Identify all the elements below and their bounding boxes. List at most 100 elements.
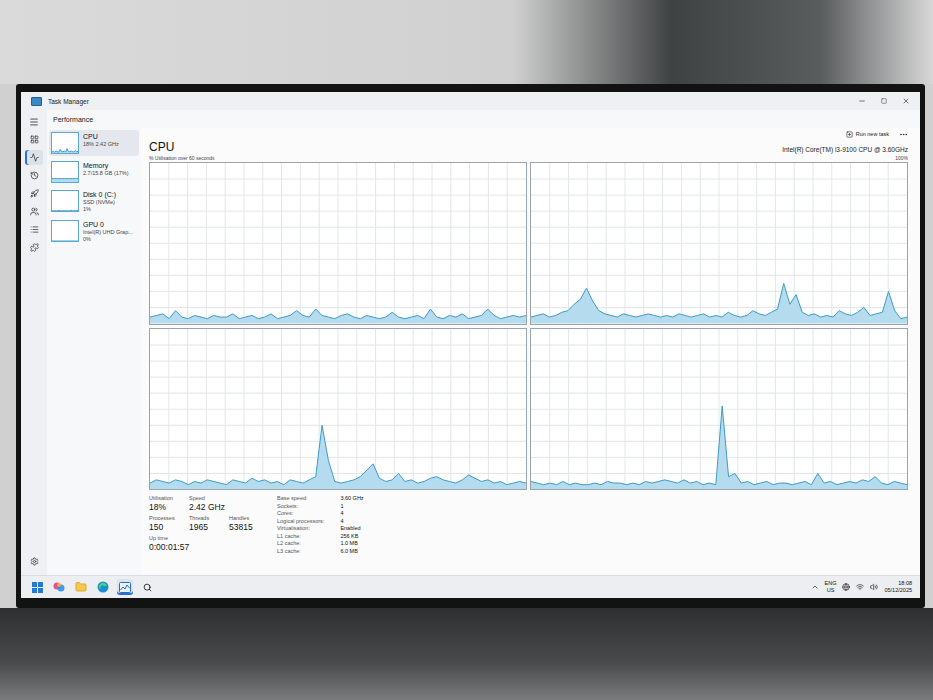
monitor-bezel: Task ManagerPerformanceCPU18% 2.42 GHzMe… (16, 84, 925, 608)
maximize-button[interactable] (876, 94, 892, 108)
resource-thumbnail (51, 220, 79, 242)
chevron-up-icon[interactable] (811, 583, 819, 591)
cpu-title: CPU (149, 140, 174, 154)
resource-detail: 2.7/15.8 GB (17%) (83, 170, 129, 177)
cpu-model: Intel(R) Core(TM) i3-9100 CPU @ 3.60GHz (782, 146, 908, 154)
cpu-title-row: CPU Intel(R) Core(TM) i3-9100 CPU @ 3.60G… (149, 140, 908, 154)
stat-item: Utilisation18% (149, 495, 177, 512)
app-icon (31, 97, 42, 106)
more-icon (899, 130, 908, 139)
search-button[interactable] (139, 579, 155, 595)
resource-thumbnail (51, 190, 79, 212)
core-chart (530, 328, 908, 491)
spec-value: 1.0 MB (340, 540, 363, 548)
clock[interactable]: 18:0805/12/2025 (884, 580, 912, 594)
resource-detail: 18% 2.42 GHz (83, 141, 119, 148)
spec-value: 256 KB (340, 533, 363, 541)
menu-button[interactable] (25, 114, 43, 129)
stat-item: Up time0:00:01:57 (149, 535, 189, 552)
resource-item[interactable]: GPU 0Intel(R) UHD Grap...0% (49, 218, 139, 245)
new-task-icon (846, 131, 853, 138)
resource-name: Memory (83, 161, 129, 170)
task-manager-button[interactable] (117, 579, 133, 595)
stat-value: 150 (149, 522, 177, 532)
resource-item[interactable]: Memory2.7/15.8 GB (17%) (49, 159, 139, 185)
windows-logo-icon (32, 582, 43, 593)
resource-detail: 0% (83, 236, 133, 243)
stat-label: Processes (149, 515, 177, 522)
users-icon (30, 207, 39, 216)
nav-item[interactable] (25, 132, 43, 147)
photo-scene: Task ManagerPerformanceCPU18% 2.42 GHzMe… (0, 0, 933, 700)
language-indicator[interactable]: ENGUS (825, 580, 837, 594)
desk-background (0, 608, 933, 700)
stat-label: Up time (149, 535, 189, 542)
screen: Task ManagerPerformanceCPU18% 2.42 GHzMe… (21, 92, 920, 598)
network-icon[interactable] (856, 583, 864, 591)
stat-item: Threads1965 (189, 515, 217, 532)
nav-item[interactable] (25, 240, 43, 255)
stat-row: Up time0:00:01:57 (149, 535, 257, 552)
spec-label: L2 cache: (277, 540, 324, 548)
spec-label: Logical processors: (277, 518, 324, 526)
core-charts (149, 162, 908, 490)
spec-value: 1 (340, 503, 363, 511)
nav-item[interactable] (25, 186, 43, 201)
wall-background (0, 0, 933, 84)
minimize-icon (858, 97, 866, 105)
resource-text: GPU 0Intel(R) UHD Grap...0% (83, 220, 133, 243)
stat-item: Handles53815 (229, 515, 257, 532)
resource-detail: SSD (NVMe) (83, 199, 116, 206)
edge-button[interactable] (95, 579, 111, 595)
copilot-icon (53, 581, 65, 593)
main-area: PerformanceCPU18% 2.42 GHzMemory2.7/15.8… (47, 110, 920, 575)
performance-icon (30, 153, 39, 162)
core-area-chart (531, 329, 907, 490)
run-new-task-button[interactable]: Run new task (846, 131, 889, 138)
resource-item[interactable]: CPU18% 2.42 GHz (49, 130, 139, 156)
resource-item[interactable]: Disk 0 (C:)SSD (NVMe)1% (49, 188, 139, 215)
start-button[interactable] (29, 579, 45, 595)
spec-value: 4 (340, 510, 363, 518)
resource-name: GPU 0 (83, 220, 133, 229)
resource-list: CPU18% 2.42 GHz Memory2.7/15.8 GB (17%) Di… (47, 128, 141, 575)
volume-icon[interactable] (870, 583, 878, 591)
thumbnail-chart (52, 221, 78, 241)
copilot-button[interactable] (51, 579, 67, 595)
system-tray: ENGUS 18:0805/12/2025 (811, 580, 912, 594)
spec-label: Virtualisation: (277, 525, 324, 533)
stat-label: Speed (189, 495, 225, 502)
stat-row: Utilisation18%Speed2.42 GHz (149, 495, 257, 512)
title-bar: Task Manager (21, 92, 920, 110)
core-chart (149, 328, 527, 491)
cpu-panel: Run new task CPU Intel(R) Core(TM) i3-9100… (141, 128, 920, 575)
minimize-button[interactable] (854, 94, 870, 108)
close-icon (902, 97, 910, 105)
app-history-icon (30, 171, 39, 180)
monitor: Task ManagerPerformanceCPU18% 2.42 GHzMe… (0, 84, 933, 608)
core-area-chart (150, 163, 526, 324)
close-button[interactable] (898, 94, 914, 108)
spec-value: 3.60 GHz (340, 495, 363, 503)
more-button[interactable] (899, 130, 908, 139)
nav-item[interactable] (25, 204, 43, 219)
nav-item[interactable] (25, 222, 43, 237)
edge-icon (97, 581, 109, 593)
spec-label: Sockets: (277, 503, 324, 511)
explorer-button[interactable] (73, 579, 89, 595)
stat-value: 18% (149, 502, 177, 512)
resource-detail: 1% (83, 206, 116, 213)
taskbar: ENGUS 18:0805/12/2025 (21, 575, 920, 598)
nav-item[interactable] (25, 168, 43, 183)
settings-button[interactable] (25, 554, 43, 569)
stat-item: Processes150 (149, 515, 177, 532)
cpu-stats: Utilisation18%Speed2.42 GHzProcesses150T… (149, 490, 908, 555)
window-body: PerformanceCPU18% 2.42 GHzMemory2.7/15.8… (21, 110, 920, 575)
stat-row: Processes150 Threads1965 Handles53815 (149, 515, 257, 532)
nav-item[interactable] (25, 150, 43, 165)
explorer-icon (75, 581, 87, 593)
core-chart (530, 162, 908, 325)
globe-icon[interactable] (842, 583, 850, 591)
details-icon (30, 225, 39, 234)
spec-label: L3 cache: (277, 548, 324, 556)
